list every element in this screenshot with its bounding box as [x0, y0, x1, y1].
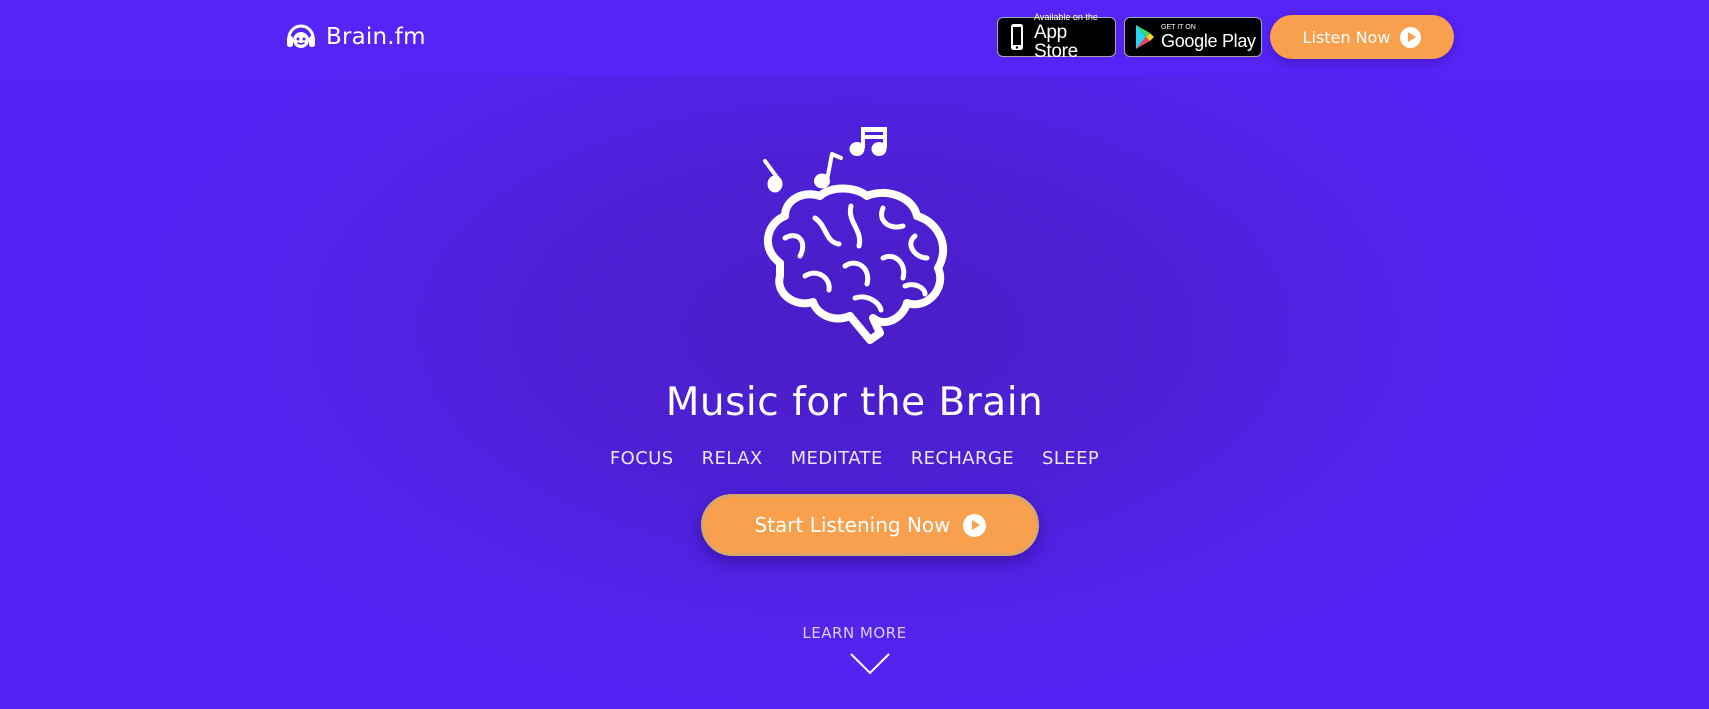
mode-list: FOCUS RELAX MEDITATE RECHARGE SLEEP: [0, 448, 1709, 469]
start-listening-label: Start Listening Now: [754, 513, 951, 537]
brand-logo[interactable]: Brain.fm: [285, 20, 426, 54]
app-store-big-text: App Store: [1034, 22, 1078, 62]
hero-background: [0, 0, 1709, 709]
mode-focus: FOCUS: [609, 448, 674, 469]
mode-sleep: SLEEP: [1042, 448, 1100, 469]
google-play-small-text: GET IT ON: [1161, 24, 1196, 31]
app-store-badge[interactable]: Available on the App Store: [997, 13, 1116, 61]
play-icon: [962, 513, 986, 537]
hero-title: Music for the Brain: [665, 380, 1044, 425]
play-icon: [1400, 26, 1422, 48]
google-play-big-text: Google Play: [1161, 31, 1256, 51]
mode-recharge: RECHARGE: [910, 448, 1015, 469]
apple-phone-icon: [1011, 24, 1023, 50]
listen-now-button[interactable]: Listen Now: [1270, 15, 1454, 59]
start-listening-button[interactable]: Start Listening Now: [701, 494, 1039, 556]
brain-folds: [782, 203, 930, 313]
listen-now-label: Listen Now: [1302, 27, 1391, 47]
learn-more-link[interactable]: LEARN MORE: [0, 624, 1709, 642]
headphones-face-icon: [287, 24, 315, 48]
google-play-badge[interactable]: GET IT ON Google Play: [1124, 17, 1262, 57]
chevron-down-icon[interactable]: [849, 652, 891, 676]
google-play-icon: [1136, 25, 1154, 49]
mode-meditate: MEDITATE: [790, 448, 883, 469]
music-notes-icon: [763, 127, 887, 193]
app-store-small-text: Available on the: [1034, 12, 1098, 22]
mode-relax: RELAX: [701, 448, 763, 469]
brand-name: Brain.fm: [326, 24, 426, 50]
brain-music-illustration: [763, 127, 947, 344]
top-navbar: Brain.fm Available on the App Store GET …: [0, 0, 1709, 75]
